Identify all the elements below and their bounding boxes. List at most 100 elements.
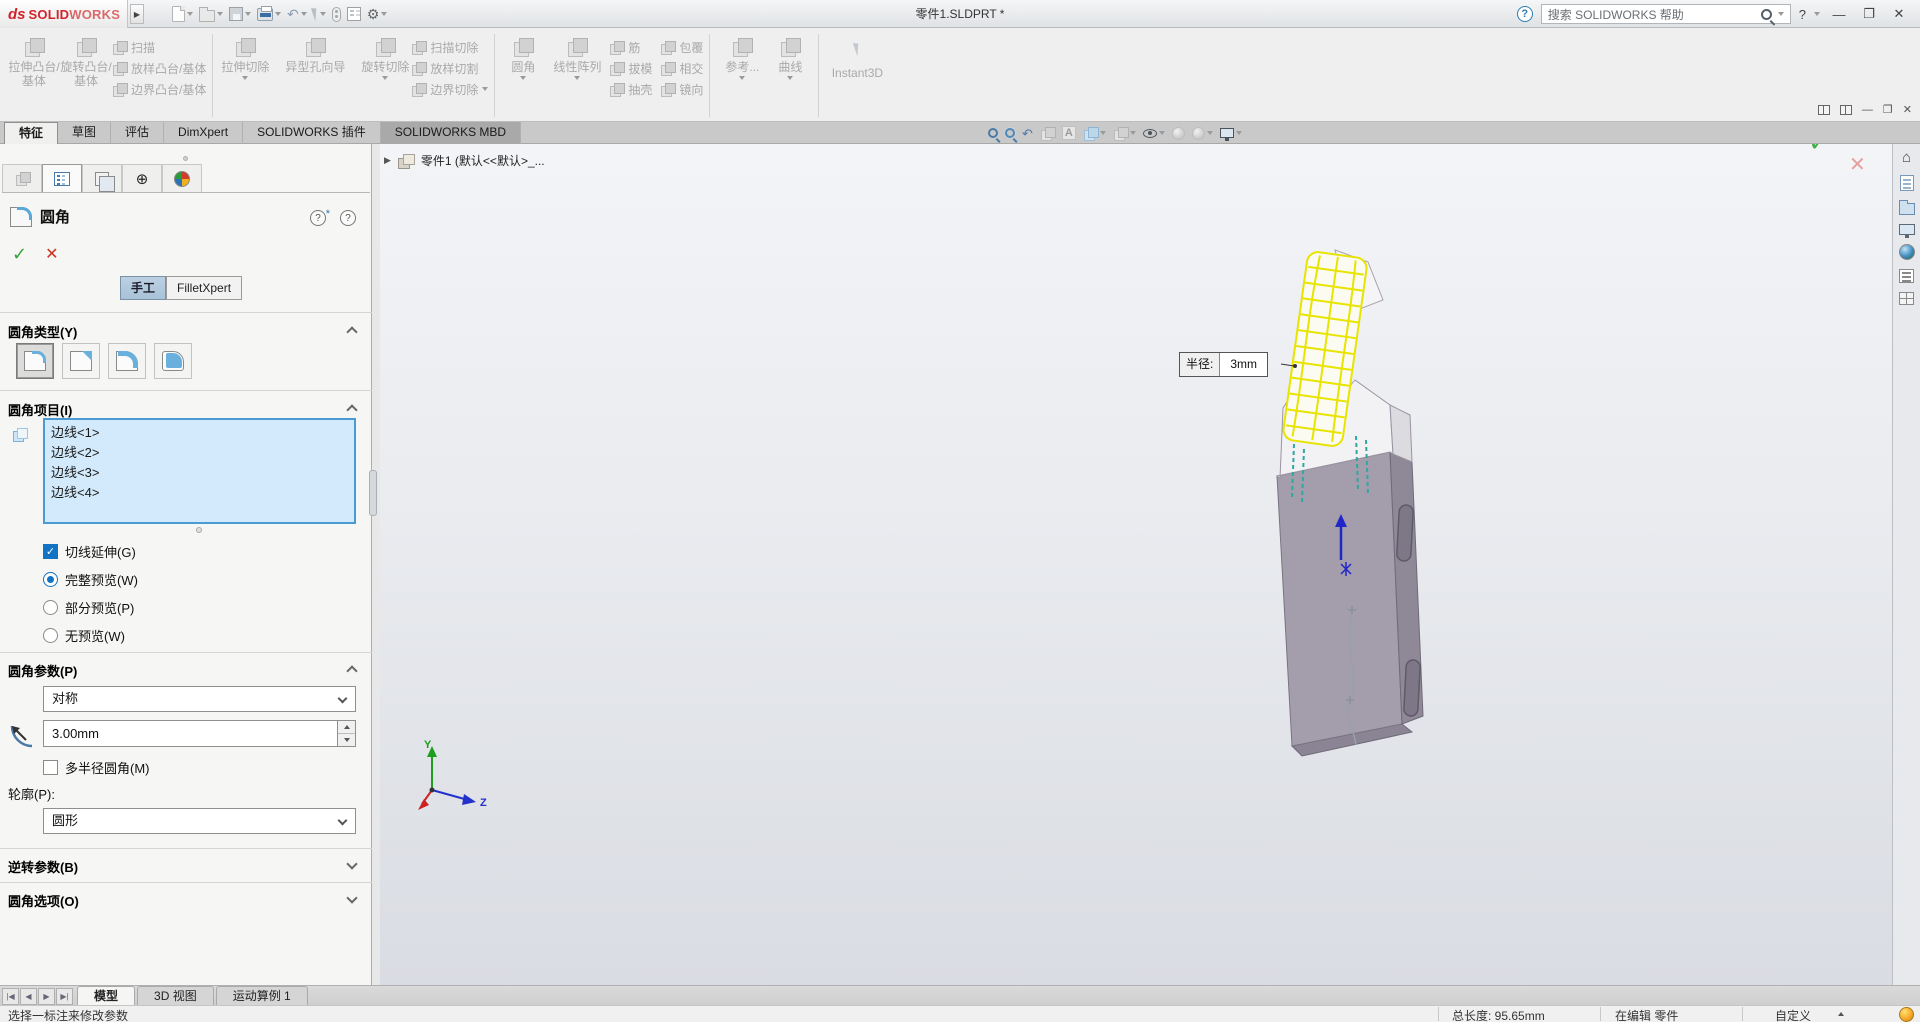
annotation-views-button[interactable]: A [1061, 126, 1076, 140]
last-tab-button[interactable]: ▶| [56, 988, 73, 1005]
items-to-fillet-header[interactable]: 圆角项目(I) [8, 400, 72, 419]
minimize-button[interactable]: — [1828, 7, 1850, 22]
design-library-icon[interactable] [1898, 200, 1915, 215]
edge-list-item[interactable]: 边线<3> [51, 463, 348, 483]
caret-down-icon[interactable] [319, 12, 326, 16]
symmetry-dropdown[interactable]: 对称 [43, 686, 356, 712]
fillet-parameters-header[interactable]: 圆角参数(P) [8, 661, 77, 680]
multi-radius-option[interactable]: 多半径圆角(M) [43, 758, 150, 777]
print-button[interactable] [257, 5, 281, 21]
full-preview-option[interactable]: 完整预览(W) [43, 570, 138, 589]
cancel-button[interactable]: ✕ [45, 244, 58, 265]
collapse-down-icon[interactable] [346, 858, 358, 870]
ribbon-loft-button[interactable]: 放样凸台/基体 [112, 59, 206, 77]
filletxpert-mode-button[interactable]: FilletXpert [166, 276, 243, 300]
search-input[interactable]: 搜索 SOLIDWORKS 帮助 [1540, 4, 1791, 24]
edit-appearance-button[interactable] [1171, 126, 1185, 140]
caret-down-icon[interactable] [1158, 131, 1165, 135]
ribbon-hole-wizard-button[interactable]: 异型孔向导 [271, 32, 359, 74]
collapse-down-icon[interactable] [346, 892, 358, 904]
select-button[interactable] [310, 6, 326, 22]
caret-down-icon[interactable] [739, 76, 746, 80]
view-orientation-button[interactable] [1083, 126, 1106, 141]
ribbon-rib-button[interactable]: 筋 [609, 38, 652, 56]
doc-close-button[interactable]: ✕ [1903, 103, 1912, 116]
zoom-area-button[interactable] [1005, 128, 1015, 138]
collapse-up-icon[interactable] [346, 665, 358, 677]
property-manager-tab[interactable] [42, 164, 82, 192]
constant-size-fillet-button[interactable] [16, 343, 54, 379]
ribbon-mirror-button[interactable]: 镜向 [660, 80, 703, 98]
3d-views-tab[interactable]: 3D 视图 [137, 986, 214, 1005]
restore-button[interactable]: ❐ [1858, 6, 1880, 22]
ribbon-intersect-button[interactable]: 相交 [660, 59, 703, 77]
open-file-button[interactable] [199, 6, 223, 22]
ribbon-fillet-button[interactable]: 圆角 [501, 32, 545, 80]
caret-down-icon[interactable] [382, 76, 389, 80]
save-button[interactable] [229, 7, 251, 21]
tab-solidworks-mbd[interactable]: SOLIDWORKS MBD [380, 122, 522, 144]
tab-sketch[interactable]: 草图 [58, 122, 112, 144]
partial-preview-option[interactable]: 部分预览(P) [43, 598, 134, 617]
ribbon-extruded-cut-button[interactable]: 拉伸切除 [219, 32, 271, 80]
rebuild-button[interactable] [331, 6, 341, 22]
ribbon-instant3d-button[interactable]: Instant3D [825, 32, 889, 80]
previous-view-button[interactable]: ↶ [1022, 127, 1033, 140]
ribbon-reference-geometry-button[interactable]: 参考... [716, 32, 768, 80]
manual-mode-button[interactable]: 手工 [120, 276, 167, 300]
ribbon-linear-pattern-button[interactable]: 线性阵列 [545, 32, 609, 80]
fillet-options-header[interactable]: 圆角选项(O) [8, 891, 79, 910]
panel-resize-dot[interactable] [183, 156, 188, 161]
custom-units-selector[interactable]: 自定义 [1775, 1007, 1811, 1024]
ribbon-boundary-cut-button[interactable]: 边界切除 [411, 80, 489, 98]
section-view-button[interactable] [1040, 126, 1056, 141]
radius-callout[interactable]: 半径: 3mm [1179, 352, 1269, 377]
whats-new-help-icon[interactable]: ? [310, 207, 330, 226]
new-file-button[interactable] [172, 6, 193, 22]
caret-down-icon[interactable] [217, 12, 223, 16]
radio-selected-icon[interactable] [43, 572, 58, 587]
zoom-fit-button[interactable] [988, 128, 998, 138]
prev-tab-button[interactable]: ◀ [20, 988, 37, 1005]
ribbon-draft-button[interactable]: 拔模 [609, 59, 652, 77]
variable-size-fillet-button[interactable] [62, 343, 100, 379]
edge-list-item[interactable]: 边线<2> [51, 443, 348, 463]
forum-pane-icon[interactable] [1899, 292, 1914, 305]
file-explorer-icon[interactable] [1898, 224, 1915, 238]
ribbon-wrap-button[interactable]: 包覆 [660, 38, 703, 56]
confirmation-accept-icon[interactable]: ✓ [1808, 144, 1830, 158]
search-icon[interactable] [1760, 8, 1772, 20]
collapse-up-icon[interactable] [346, 404, 358, 416]
ribbon-extruded-boss-button[interactable]: 拉伸凸台/基体 [8, 32, 60, 88]
caret-down-icon[interactable] [1206, 131, 1213, 135]
radius-callout-value[interactable]: 3mm [1220, 353, 1268, 376]
caret-up-icon[interactable] [1838, 1012, 1844, 1016]
caret-down-icon[interactable] [1777, 12, 1784, 16]
ribbon-lofted-cut-button[interactable]: 放样切割 [411, 59, 488, 77]
close-button[interactable]: ✕ [1888, 6, 1910, 22]
ok-button[interactable]: ✓ [12, 244, 27, 265]
caret-down-icon[interactable] [245, 12, 251, 16]
tab-solidworks-addins[interactable]: SOLIDWORKS 插件 [243, 122, 381, 144]
list-resize-dot[interactable] [196, 527, 202, 533]
configuration-manager-tab[interactable] [82, 164, 122, 192]
tab-evaluate[interactable]: 评估 [111, 122, 165, 144]
help-icon[interactable]: ? [340, 210, 356, 226]
edge-list-item[interactable]: 边线<4> [51, 483, 348, 503]
ribbon-shell-button[interactable]: 抽壳 [609, 80, 652, 98]
caret-down-icon[interactable] [300, 12, 307, 16]
view-settings-button[interactable] [1219, 128, 1242, 141]
tile-windows-icon[interactable] [1817, 104, 1830, 115]
full-round-fillet-button[interactable] [154, 343, 192, 379]
menu-expand-icon[interactable]: ▶ [130, 4, 144, 24]
display-style-button[interactable] [1113, 126, 1136, 141]
ribbon-swept-cut-button[interactable]: 扫描切除 [411, 38, 488, 56]
home-icon[interactable]: ⌂ [1902, 150, 1911, 166]
radio-icon[interactable] [43, 628, 58, 643]
caret-down-icon[interactable] [275, 12, 281, 16]
part-3d-model[interactable]: Y Z [380, 144, 1892, 985]
options-button[interactable]: ⚙ [367, 7, 388, 21]
appearances-scenes-icon[interactable] [1898, 244, 1915, 260]
feature-manager-tab[interactable] [2, 164, 42, 192]
undo-button[interactable]: ↶ [287, 7, 307, 21]
